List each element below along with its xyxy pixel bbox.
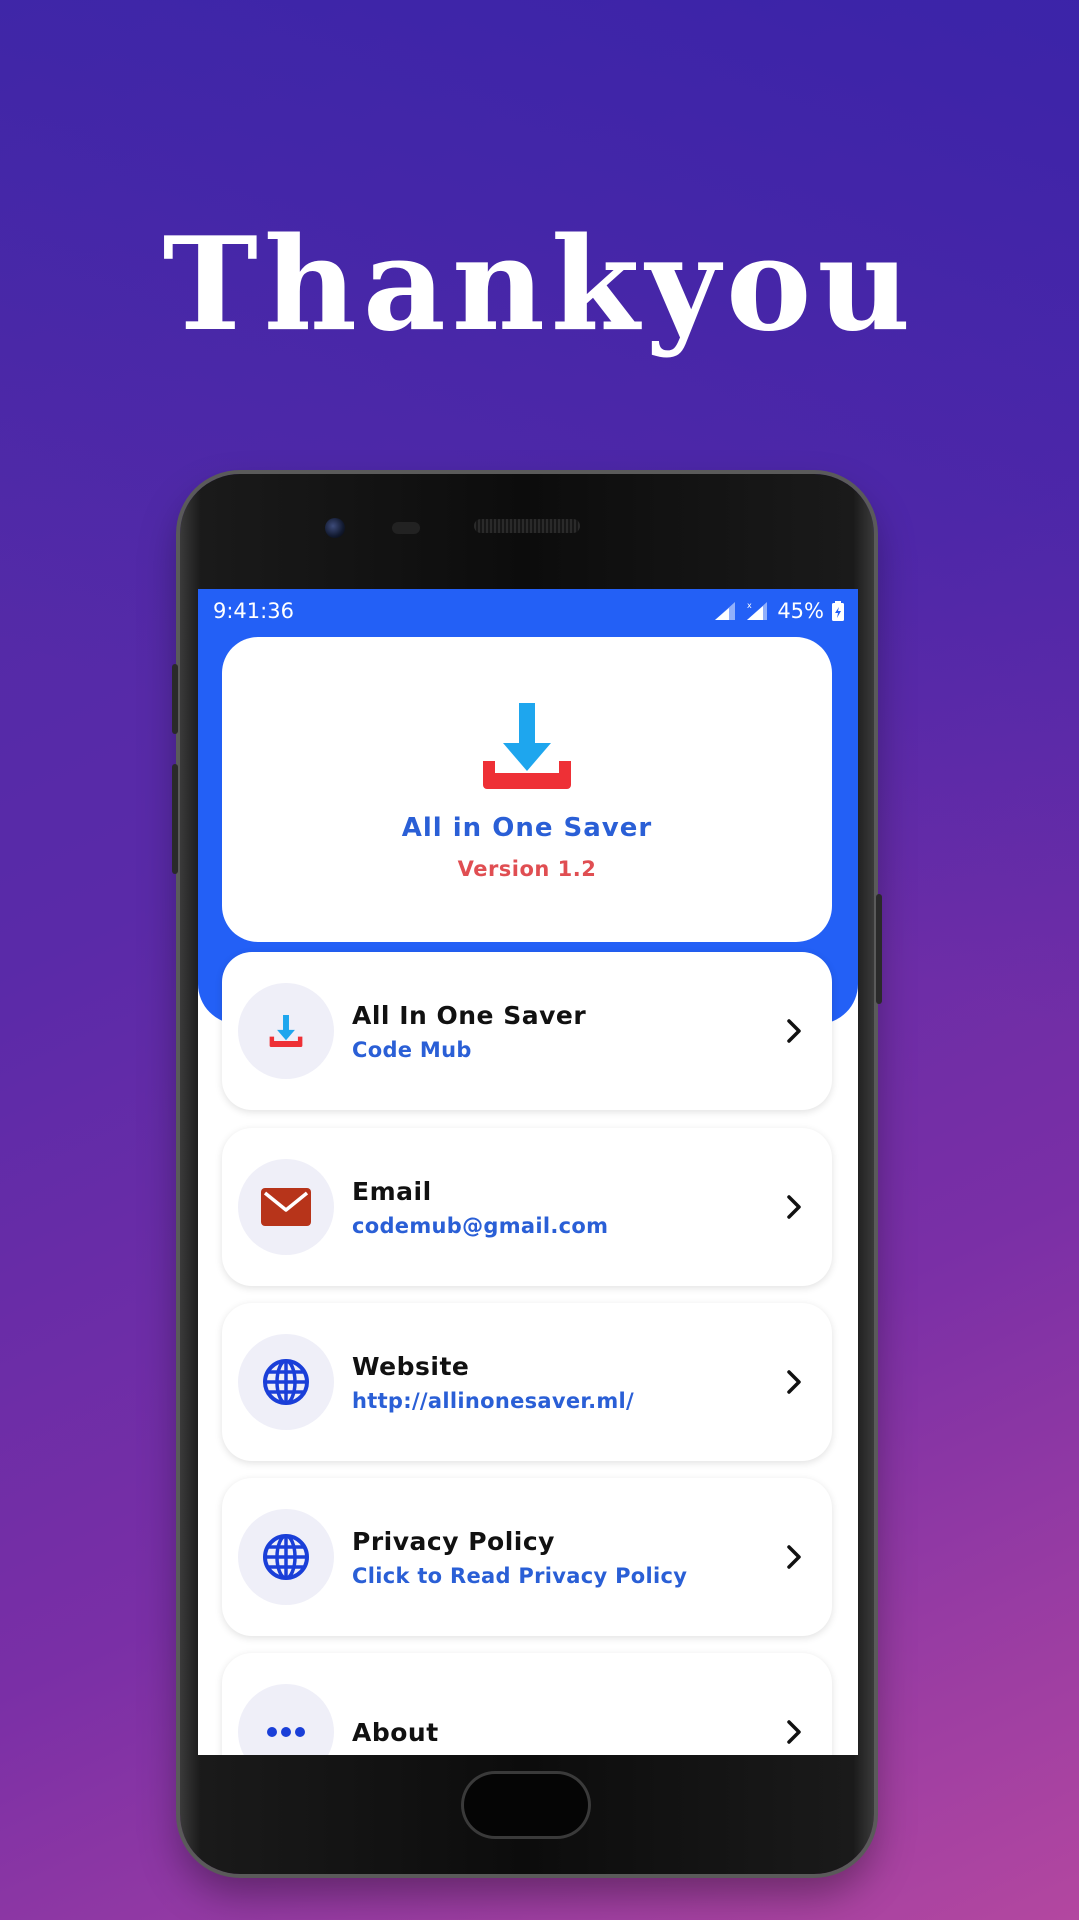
list-item-email[interactable]: Email codemub@gmail.com	[222, 1128, 832, 1286]
status-indicators: x 45%	[713, 599, 844, 623]
icon-circle	[238, 1159, 334, 1255]
list-item-privacy-policy[interactable]: Privacy Policy Click to Read Privacy Pol…	[222, 1478, 832, 1636]
chevron-right-icon	[787, 1720, 801, 1744]
home-button[interactable]	[461, 1771, 591, 1839]
item-title: About	[352, 1717, 439, 1747]
app-version: Version 1.2	[457, 857, 597, 881]
app-name: All in One Saver	[401, 813, 653, 843]
proximity-sensor	[392, 522, 420, 534]
chevron-right-icon	[787, 1370, 801, 1394]
globe-icon	[263, 1359, 309, 1405]
icon-circle	[238, 983, 334, 1079]
svg-text:x: x	[747, 601, 752, 610]
app-logo-icon	[483, 703, 571, 789]
more-dots-icon	[267, 1727, 305, 1737]
earpiece-speaker	[474, 519, 580, 533]
signal-icon	[715, 602, 736, 620]
chevron-right-icon	[787, 1545, 801, 1569]
icon-circle	[238, 1334, 334, 1430]
phone-side-button	[876, 894, 882, 1004]
mail-icon	[261, 1188, 311, 1226]
phone-side-button	[172, 664, 178, 734]
item-subtitle: Click to Read Privacy Policy	[352, 1563, 688, 1588]
chevron-right-icon	[787, 1019, 801, 1043]
download-icon	[269, 1015, 303, 1047]
globe-icon	[263, 1534, 309, 1580]
battery-icon	[832, 601, 844, 621]
signal-no-data-icon: x	[747, 601, 768, 620]
item-title: Privacy Policy	[352, 1526, 555, 1556]
list-item-website[interactable]: Website http://allinonesaver.ml/	[222, 1303, 832, 1461]
item-subtitle: http://allinonesaver.ml/	[352, 1388, 635, 1413]
status-bar: 9:41:36 x 45%	[198, 589, 858, 633]
phone-screen: 9:41:36 x 45% All in One Saver Version 1…	[198, 589, 858, 1755]
item-title: Website	[352, 1351, 470, 1381]
item-subtitle: codemub@gmail.com	[352, 1213, 609, 1238]
battery-percentage: 45%	[777, 599, 824, 623]
item-title: Email	[352, 1176, 432, 1206]
phone-chin	[180, 1755, 874, 1874]
chevron-right-icon	[787, 1195, 801, 1219]
list-item-developer[interactable]: All In One Saver Code Mub	[222, 952, 832, 1110]
list-item-about[interactable]: About	[222, 1653, 832, 1755]
item-subtitle: Code Mub	[352, 1037, 472, 1062]
item-title: All In One Saver	[352, 1000, 587, 1030]
front-camera	[325, 518, 345, 538]
app-info-card: All in One Saver Version 1.2	[222, 637, 832, 942]
phone-mockup: 9:41:36 x 45% All in One Saver Version 1…	[172, 474, 882, 1874]
phone-side-button	[172, 764, 178, 874]
headline: Thankyou	[162, 210, 917, 360]
status-time: 9:41:36	[213, 599, 294, 623]
icon-circle	[238, 1509, 334, 1605]
icon-circle	[238, 1684, 334, 1755]
